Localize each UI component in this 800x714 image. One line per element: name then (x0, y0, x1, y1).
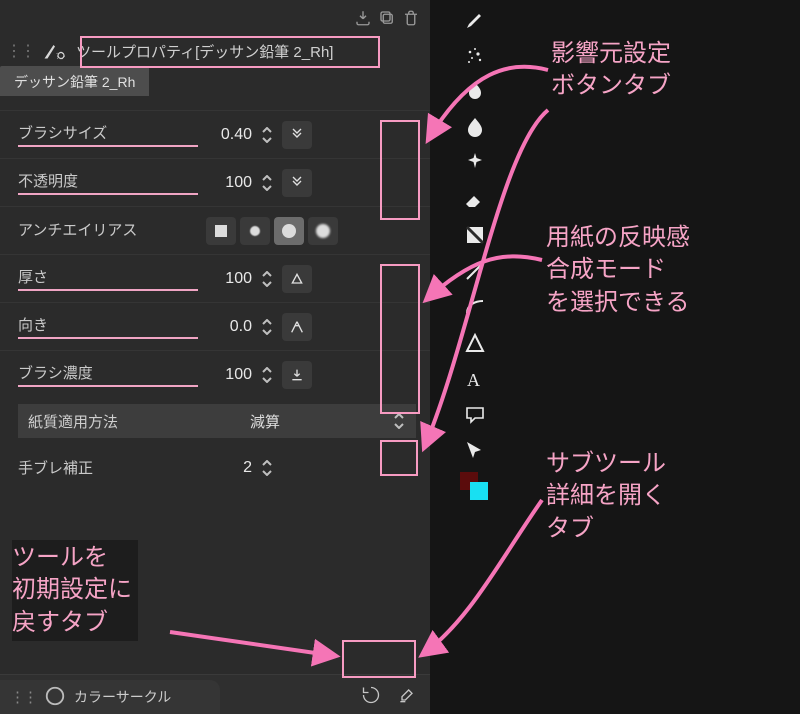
prop-thickness: 厚さ 100 (0, 254, 430, 302)
shape-button-thickness[interactable] (282, 265, 312, 293)
prop-paper-mode[interactable]: 紙質適用方法 減算 (18, 404, 416, 438)
value-paper-mode: 減算 (148, 411, 382, 432)
shape-tool-icon[interactable] (460, 329, 490, 357)
prop-opacity: 不透明度 100 (0, 158, 430, 206)
angle-button-direction[interactable] (282, 313, 312, 341)
reset-tool-icon[interactable] (356, 681, 386, 709)
airbrush-tool-icon[interactable] (460, 42, 490, 70)
text-tool-icon[interactable]: A (460, 365, 490, 393)
subtool-tab-row: デッサン鉛筆 2_Rh (0, 66, 430, 96)
line-tool-icon[interactable] (460, 257, 490, 285)
color-circle-icon (44, 685, 66, 710)
value-direction[interactable]: 0.0 (206, 318, 252, 336)
stepper-thickness[interactable] (260, 269, 274, 288)
value-brush-size[interactable]: 0.40 (206, 126, 252, 144)
value-opacity[interactable]: 100 (206, 174, 252, 192)
prop-antialias: アンチエイリアス (0, 206, 430, 254)
panel-top-icons (0, 0, 430, 36)
annotation-reset-tool: ツールを 初期設定に 戻すタブ (12, 540, 138, 641)
marker-tool-icon[interactable] (460, 6, 490, 34)
drag-handle-icon[interactable]: ⋮⋮ (6, 41, 34, 61)
value-density[interactable]: 100 (206, 366, 252, 384)
value-thickness[interactable]: 100 (206, 270, 252, 288)
prop-stabilize: 手ブレ補正 2 (0, 444, 430, 492)
value-stabilize[interactable]: 2 (206, 459, 252, 477)
stepper-opacity[interactable] (260, 173, 274, 192)
label-density: ブラシ濃度 (18, 362, 198, 387)
blur-tool-icon[interactable] (460, 114, 490, 142)
label-thickness: 厚さ (18, 266, 198, 291)
annotation-influence: 影響元設定 ボタンタブ (551, 38, 671, 103)
influence-button-opacity[interactable] (282, 169, 312, 197)
drag-handle-icon[interactable]: ⋮⋮ (10, 688, 36, 706)
move-tool-icon[interactable] (460, 436, 490, 464)
svg-text:A: A (467, 370, 480, 390)
prop-brush-size: ブラシサイズ 0.40 (0, 110, 430, 158)
antialias-strong[interactable] (308, 217, 338, 245)
duplicate-icon[interactable] (378, 9, 396, 27)
eraser-tool-icon[interactable] (460, 185, 490, 213)
subtool-detail-icon[interactable] (392, 681, 422, 709)
annotation-paper-mode: 用紙の反映感 合成モード を選択できる (546, 222, 690, 319)
stepper-density[interactable] (260, 365, 274, 384)
paper-mode-stepper[interactable] (392, 412, 406, 431)
annotation-subtool-detail: サブツール 詳細を開く タブ (546, 448, 666, 545)
antialias-weak[interactable] (240, 217, 270, 245)
label-direction: 向き (18, 314, 198, 339)
prop-direction: 向き 0.0 (0, 302, 430, 350)
label-opacity: 不透明度 (18, 170, 198, 195)
gradient-tool-icon[interactable] (460, 221, 490, 249)
influence-button-brush-size[interactable] (282, 121, 312, 149)
prop-density: ブラシ濃度 100 (0, 350, 430, 398)
panel-title-bar: ⋮⋮ ツールプロパティ[デッサン鉛筆 2_Rh] (0, 36, 430, 66)
color-swatch-icon[interactable] (460, 472, 490, 500)
label-paper-mode: 紙質適用方法 (28, 411, 138, 432)
antialias-none[interactable] (206, 217, 236, 245)
color-circle-bar[interactable]: ⋮⋮ カラーサークル (0, 680, 220, 714)
download-button-density[interactable] (282, 361, 312, 389)
label-stabilize: 手ブレ補正 (18, 457, 198, 480)
label-antialias: アンチエイリアス (18, 219, 198, 242)
antialias-mid[interactable] (274, 217, 304, 245)
curve-tool-icon[interactable] (460, 293, 490, 321)
decoration-tool-icon[interactable] (460, 78, 490, 106)
sparkle-tool-icon[interactable] (460, 149, 490, 177)
label-brush-size: ブラシサイズ (18, 122, 198, 147)
color-circle-label: カラーサークル (74, 687, 171, 707)
panel-title: ツールプロパティ[デッサン鉛筆 2_Rh] (76, 41, 333, 62)
tool-property-icon (42, 42, 68, 60)
balloon-tool-icon[interactable] (460, 400, 490, 428)
stepper-stabilize[interactable] (260, 459, 274, 478)
antialias-choice (206, 217, 338, 245)
trash-icon[interactable] (402, 9, 420, 27)
stepper-brush-size[interactable] (260, 125, 274, 144)
subtool-tab[interactable]: デッサン鉛筆 2_Rh (0, 66, 149, 96)
right-toolbar: A (450, 0, 500, 500)
stepper-direction[interactable] (260, 317, 274, 336)
import-icon[interactable] (354, 9, 372, 27)
